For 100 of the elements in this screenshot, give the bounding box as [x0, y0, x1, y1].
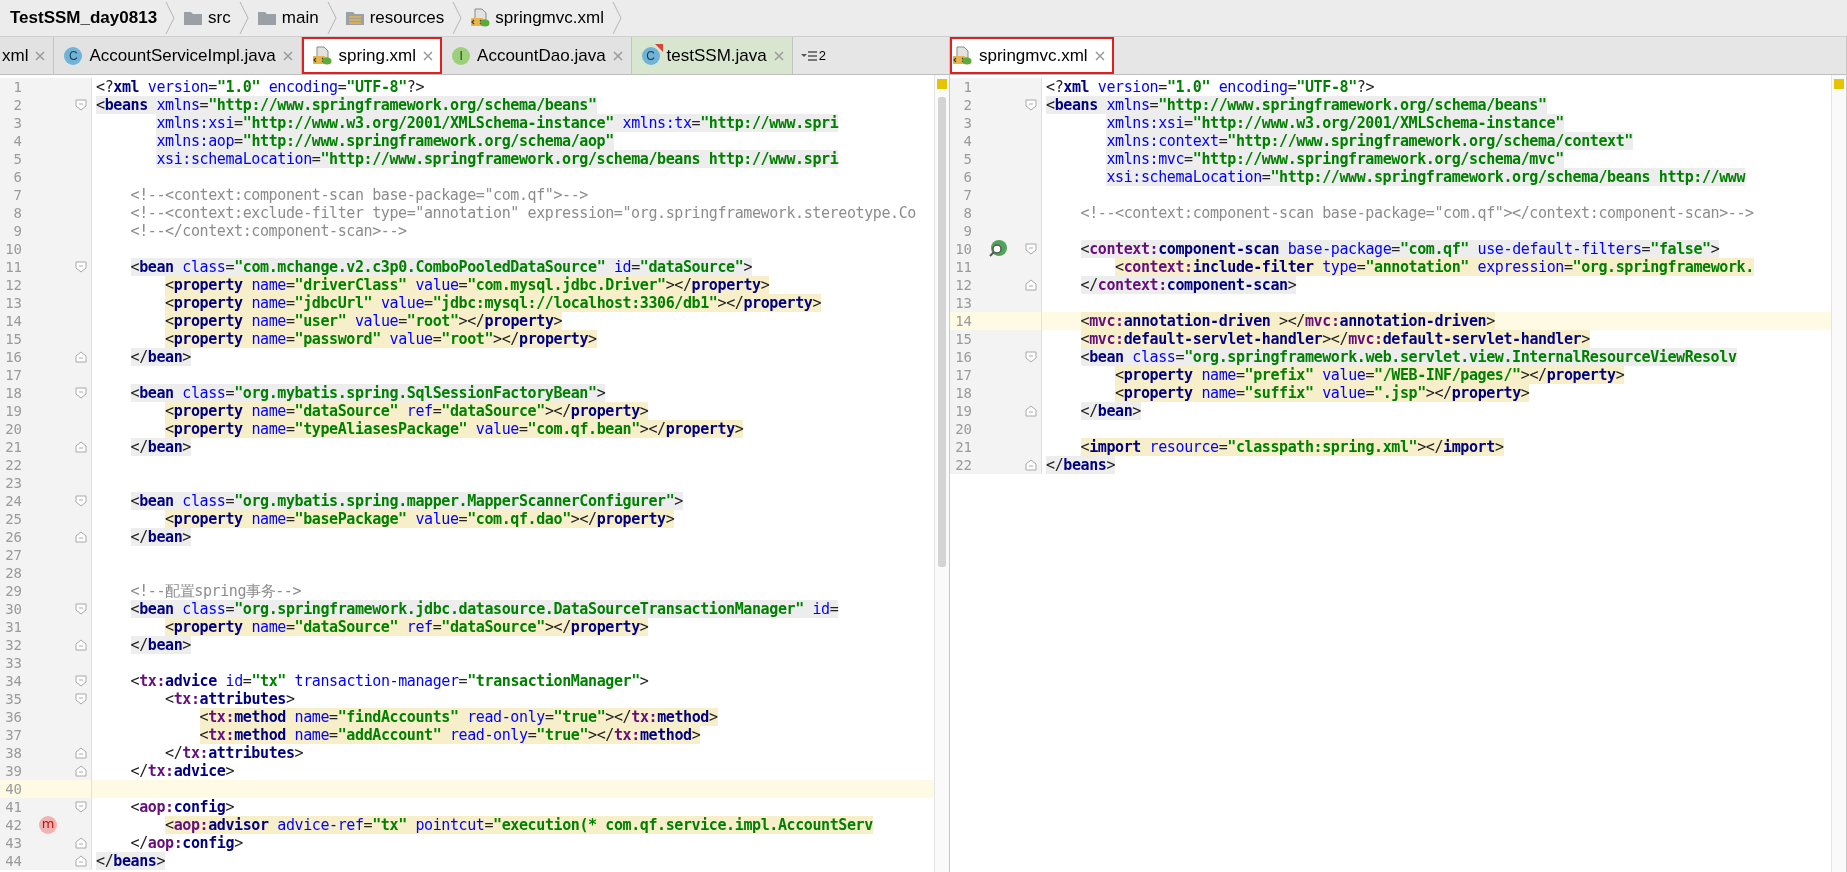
line-number: 43: [4, 835, 22, 851]
breadcrumb-item[interactable]: main: [281, 8, 319, 28]
fold-icon[interactable]: [75, 99, 87, 111]
fold-icon[interactable]: [1025, 279, 1037, 291]
editor-tab[interactable]: C AccountServiceImpl.java: [54, 37, 302, 74]
line-number: 36: [4, 709, 22, 725]
line-number: 8: [12, 205, 22, 221]
fold-icon[interactable]: [75, 495, 87, 507]
line-number: 17: [4, 367, 22, 383]
xml-file-icon: [311, 45, 332, 66]
breadcrumb-item[interactable]: resources: [369, 8, 445, 28]
close-icon[interactable]: [1094, 50, 1105, 61]
line-number: 35: [4, 691, 22, 707]
fold-icon[interactable]: [75, 387, 87, 399]
line-number: 25: [4, 511, 22, 527]
fold-icon[interactable]: [1025, 459, 1037, 471]
line-number: 31: [4, 619, 22, 635]
line-number: 6: [12, 169, 22, 185]
fold-icon[interactable]: [75, 747, 87, 759]
line-number: 2: [12, 97, 22, 113]
breadcrumb-item[interactable]: TestSSM_day0813: [10, 8, 158, 28]
line-number: 40: [4, 781, 22, 797]
chevron-icon: [326, 1, 337, 35]
line-number: 22: [4, 457, 22, 473]
fold-icon[interactable]: [75, 801, 87, 813]
line-number: 8: [962, 205, 972, 221]
code-line: <aop:config>: [130, 798, 235, 816]
list-icon: [800, 49, 817, 62]
line-number: 20: [4, 421, 22, 437]
editor-tab[interactable]: spring.xml: [301, 37, 443, 74]
close-icon[interactable]: [773, 50, 784, 61]
line-number: 3: [962, 115, 972, 131]
line-number: 39: [4, 763, 22, 779]
line-number: 34: [4, 673, 22, 689]
line-number: 12: [4, 277, 22, 293]
line-number: 37: [4, 727, 22, 743]
line-number: 13: [954, 295, 972, 311]
line-number: 18: [4, 385, 22, 401]
line-number: 4: [962, 133, 972, 149]
line-number: 5: [962, 151, 972, 167]
line-number: 42: [4, 817, 22, 833]
line-number: 16: [4, 349, 22, 365]
xml-file-icon: [470, 8, 491, 28]
fold-icon[interactable]: [1025, 99, 1037, 111]
line-number: 6: [962, 169, 972, 185]
fold-icon[interactable]: [1025, 243, 1037, 255]
close-icon[interactable]: [35, 50, 46, 61]
fold-icon[interactable]: [75, 351, 87, 363]
close-icon[interactable]: [612, 50, 623, 61]
fold-icon[interactable]: [75, 531, 87, 543]
fold-icon[interactable]: [75, 603, 87, 615]
scrollbar-thumb[interactable]: [938, 97, 946, 567]
line-number: 38: [4, 745, 22, 761]
line-number: 17: [954, 367, 972, 383]
fold-icon[interactable]: [1025, 351, 1037, 363]
fold-icon[interactable]: [75, 441, 87, 453]
breadcrumb-item[interactable]: springmvc.xml: [495, 8, 604, 28]
method-override-icon[interactable]: m: [39, 816, 57, 834]
line-number: 24: [4, 493, 22, 509]
class-icon: C: [64, 46, 83, 65]
fold-icon[interactable]: [75, 855, 87, 867]
fold-icon[interactable]: [75, 837, 87, 849]
line-number: 32: [4, 637, 22, 653]
runnable-class-icon: C: [641, 46, 660, 65]
fold-icon[interactable]: [75, 765, 87, 777]
code-line: <!--配置spring事务-->: [130, 582, 302, 600]
editor-tab[interactable]: C testSSM.java: [631, 37, 793, 74]
fold-icon[interactable]: [75, 639, 87, 651]
fold-icon[interactable]: [75, 261, 87, 273]
breadcrumb-item[interactable]: src: [208, 8, 231, 28]
fold-icon[interactable]: [1025, 405, 1037, 417]
close-icon[interactable]: [282, 50, 293, 61]
interface-icon: I: [452, 46, 471, 65]
line-number: 44: [4, 853, 22, 869]
line-number: 11: [954, 259, 972, 275]
fold-icon[interactable]: [75, 675, 87, 687]
line-number: 16: [954, 349, 972, 365]
editor-tab[interactable]: xml: [0, 37, 55, 74]
code-line: </tx:attributes>: [165, 744, 304, 762]
line-number: 1: [12, 79, 22, 95]
fold-icon[interactable]: [75, 693, 87, 705]
code-line: <tx:advice id="tx" transaction-manager="transactionManager">: [130, 672, 649, 690]
line-number: 14: [4, 313, 22, 329]
line-number: 29: [4, 583, 22, 599]
line-number: 41: [4, 799, 22, 815]
line-number: 19: [954, 403, 972, 419]
code-line: <?xml version="1.0" encoding="UTF-8"?>: [1046, 78, 1375, 96]
code-line: </tx:advice>: [130, 762, 235, 780]
close-icon[interactable]: [423, 50, 434, 61]
line-number: 23: [4, 475, 22, 491]
line-number: 26: [4, 529, 22, 545]
line-number: 12: [954, 277, 972, 293]
warning-indicator-icon: [937, 79, 947, 89]
editor-tab[interactable]: I AccountDao.java: [442, 37, 632, 74]
line-number: 18: [954, 385, 972, 401]
editor-tab[interactable]: springmvc.xml: [950, 37, 1114, 74]
line-number: 2: [962, 97, 972, 113]
line-number: 5: [12, 151, 22, 167]
line-number: 22: [954, 457, 972, 473]
magnifier-icon[interactable]: [988, 239, 1008, 259]
